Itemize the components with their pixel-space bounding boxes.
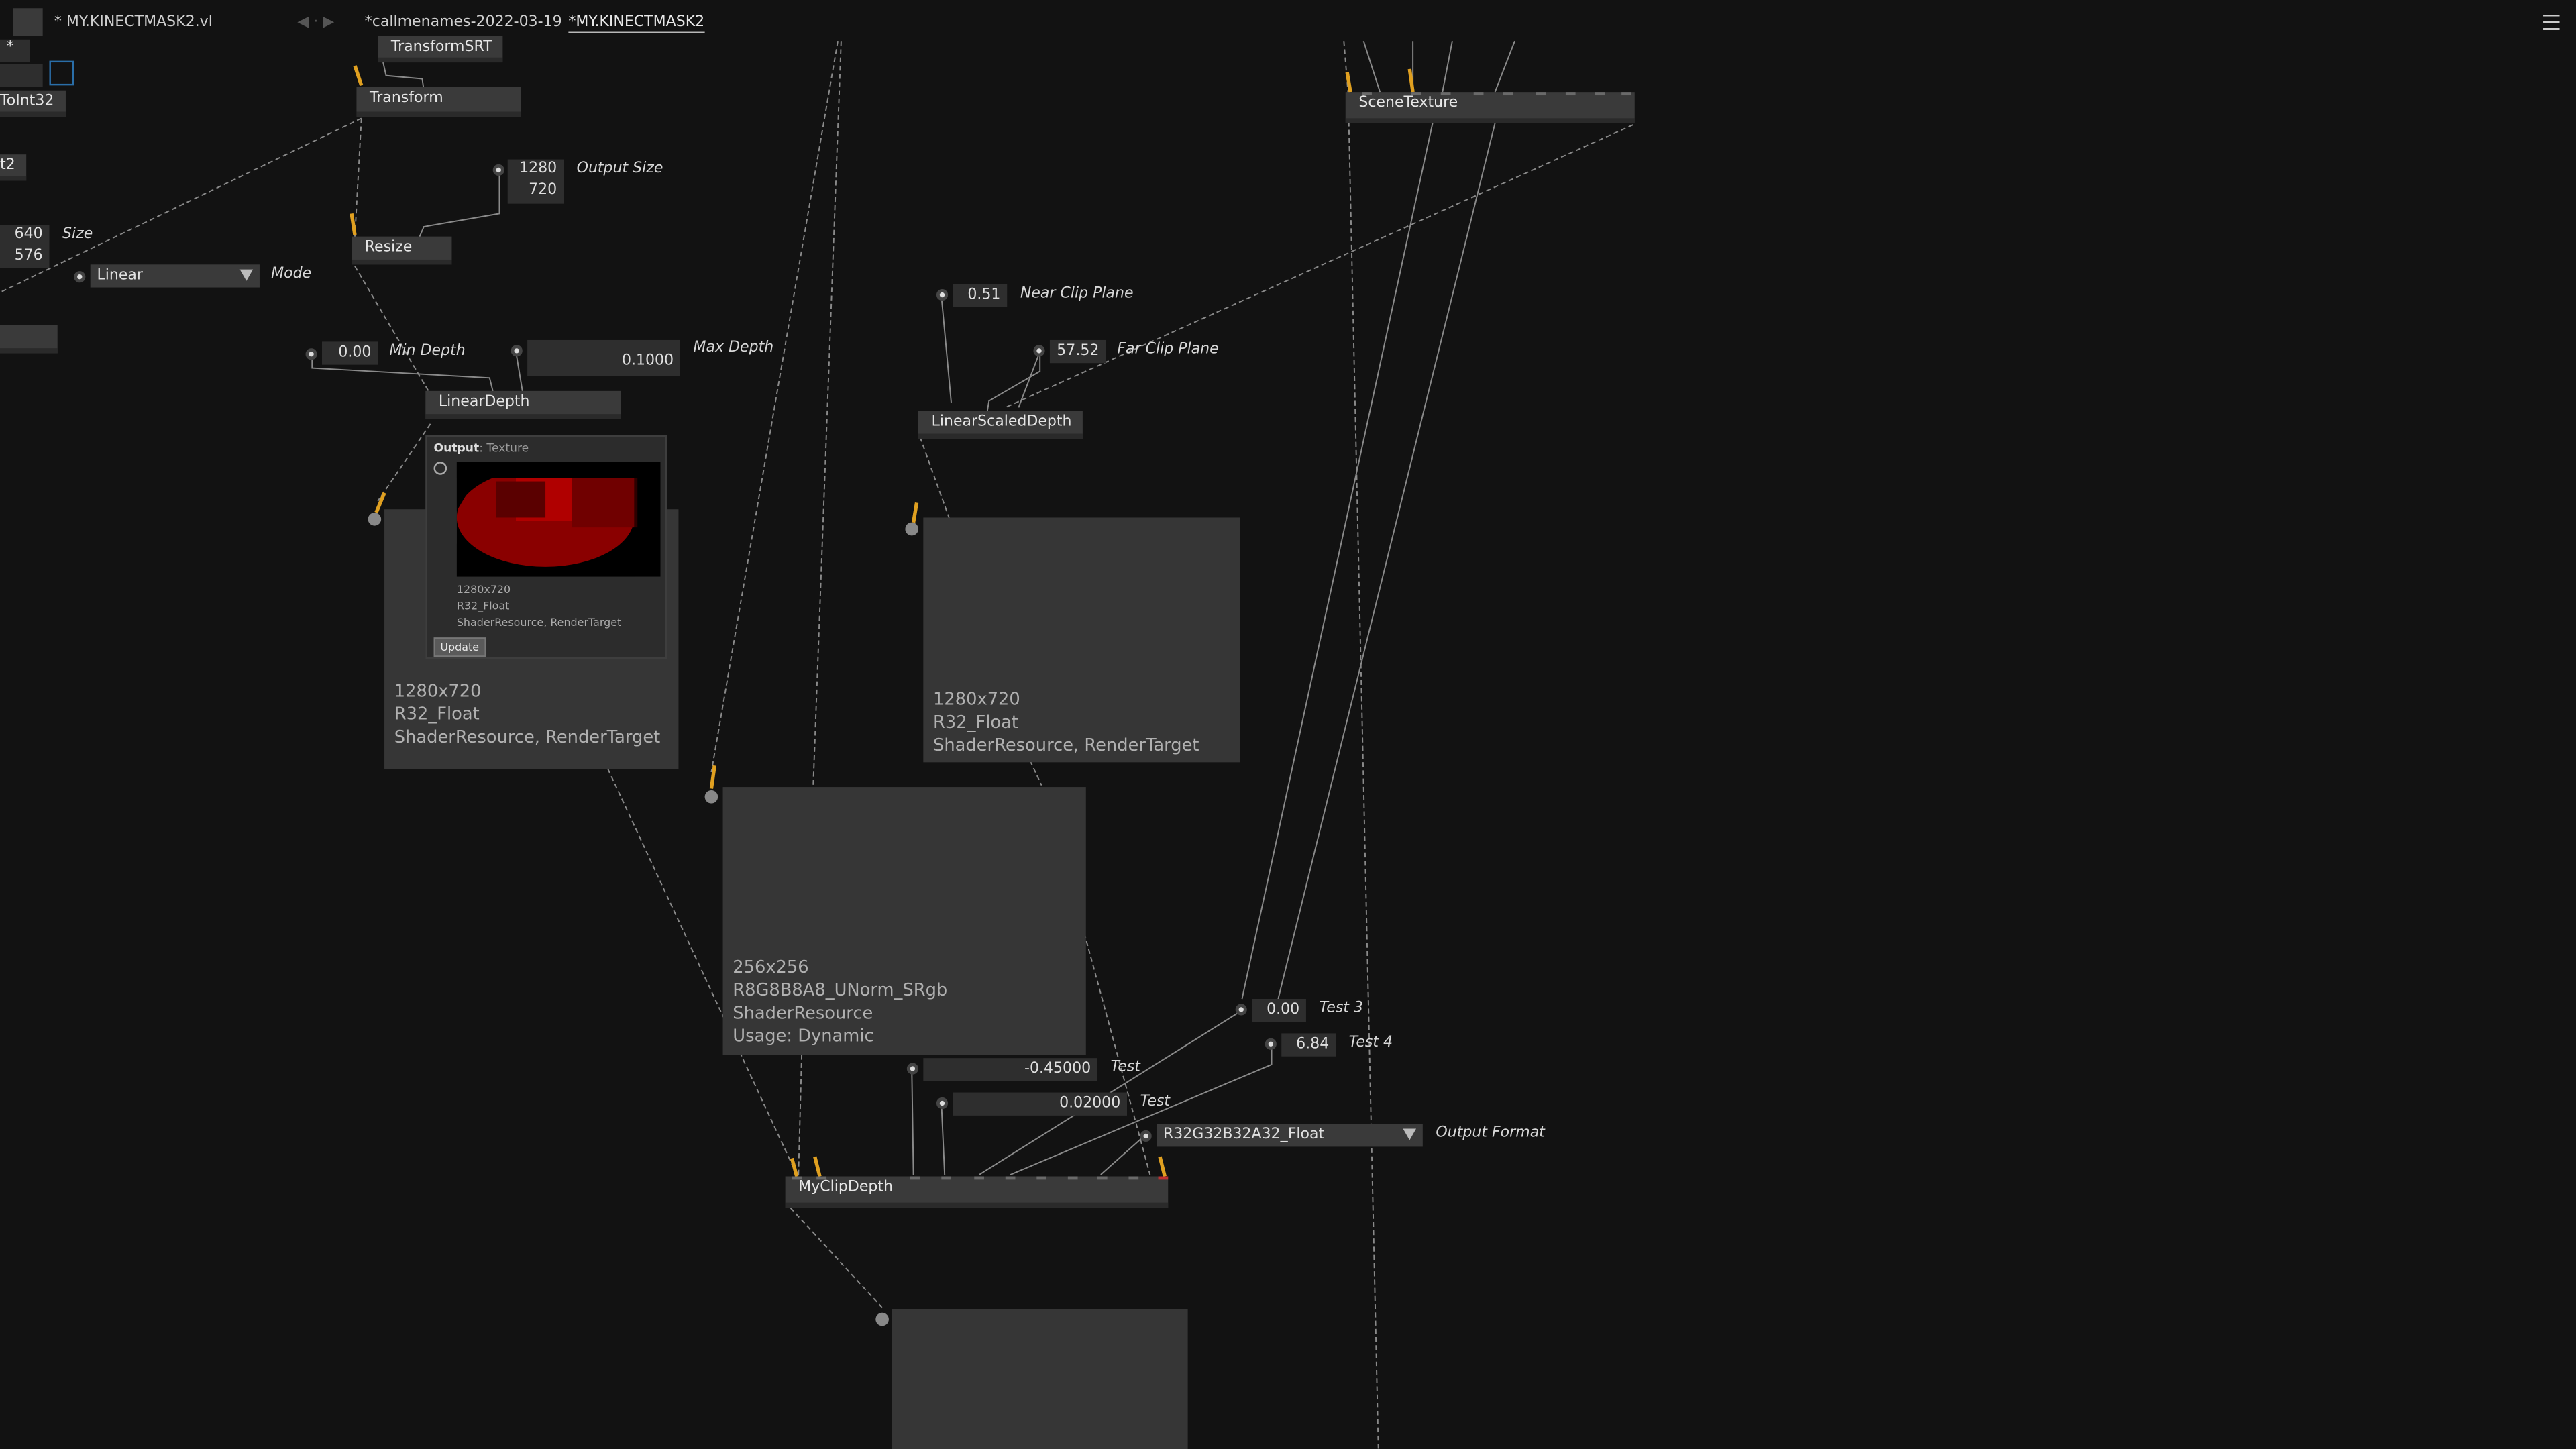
node-transformsrt[interactable]: TransformSRT — [378, 36, 503, 63]
test3-label: Test 3 — [1319, 1000, 1364, 1017]
node-scenetexture[interactable]: SceneTexture — [1345, 92, 1635, 123]
near-clip-input[interactable]: 0.51 — [953, 284, 1008, 307]
node-resize[interactable]: Resize — [352, 236, 452, 265]
output-size-label: Output Size — [576, 161, 663, 178]
node-toint32[interactable]: ToInt32 — [0, 90, 66, 117]
output-size-height: 720 — [529, 182, 557, 199]
output-pin[interactable] — [368, 513, 382, 526]
output-pin[interactable] — [704, 790, 718, 804]
texture-preview-image — [456, 462, 661, 577]
output-size-pin[interactable] — [492, 164, 504, 176]
node-lineardepth[interactable]: LinearDepth — [425, 390, 621, 419]
far-clip-pin[interactable] — [1033, 345, 1045, 357]
tab-mykinectmask2-vl[interactable]: * MY.KINECTMASK2.vl — [54, 15, 213, 31]
nav-arrows-icon[interactable]: ◀ · ▶ — [297, 15, 334, 31]
mode-dropdown[interactable]: Linear — [90, 264, 260, 288]
min-depth-label: Min Depth — [389, 343, 466, 360]
hamburger-icon[interactable] — [2543, 15, 2560, 30]
min-depth-input[interactable]: 0.00 — [322, 341, 378, 365]
texture-info: 1280x720 R32_Float ShaderResource, Rende… — [394, 682, 661, 748]
texture-info: 1280x720 R32_Float ShaderResource, Rende… — [933, 690, 1199, 756]
size-label: Size — [62, 226, 93, 244]
node-partial-left[interactable] — [0, 325, 58, 354]
test-b-label: Test — [1140, 1094, 1171, 1111]
near-clip-pin[interactable] — [936, 289, 949, 301]
test-a-pin[interactable] — [906, 1063, 918, 1075]
tooltip-info: 1280x720 R32_Float ShaderResource, Rende… — [456, 583, 622, 629]
clock-icon — [433, 462, 447, 475]
test3-input[interactable]: 0.00 — [1252, 998, 1306, 1022]
far-clip-label: Far Clip Plane — [1117, 341, 1219, 358]
size-height: 576 — [14, 248, 43, 265]
tooltip-header: Output: Texture — [433, 441, 529, 455]
test-b-input[interactable]: 0.02000 — [953, 1092, 1128, 1116]
texture-preview-panel: 1280x720 R32_Float ShaderResource, Rende… — [923, 517, 1240, 763]
chevron-down-icon — [239, 269, 254, 281]
tab-mykinectmask2[interactable]: *MY.KINECTMASK2 — [568, 15, 705, 33]
far-clip-input[interactable]: 57.52 — [1049, 339, 1106, 364]
size-width: 640 — [14, 226, 43, 244]
test4-input[interactable]: 6.84 — [1281, 1033, 1336, 1057]
output-size-width: 1280 — [519, 161, 557, 178]
output-format-pin[interactable] — [1140, 1130, 1152, 1142]
left-fragment-box[interactable] — [0, 64, 43, 87]
node-transform[interactable]: Transform — [356, 87, 521, 117]
node-linearscaleddepth[interactable]: LinearScaledDepth — [918, 411, 1083, 439]
output-pin[interactable] — [905, 522, 918, 536]
texture-preview-panel: 256x256 R8G8B8A8_UNorm_SRgb ShaderResour… — [722, 787, 1086, 1055]
texture-preview-panel — [892, 1309, 1188, 1449]
output-size-input[interactable]: 1280 720 — [507, 159, 564, 204]
chevron-down-icon — [1403, 1128, 1417, 1140]
test4-label: Test 4 — [1348, 1034, 1393, 1052]
tab-callmenames[interactable]: *callmenames-2022-03-19 — [365, 15, 562, 31]
mode-label: Mode — [271, 266, 312, 283]
max-depth-label: Max Depth — [693, 339, 774, 357]
doc-thumbnail[interactable] — [13, 8, 43, 36]
test-b-pin[interactable] — [936, 1097, 949, 1110]
max-depth-pin[interactable] — [511, 345, 523, 357]
test-a-label: Test — [1110, 1059, 1140, 1077]
min-depth-pin[interactable] — [305, 348, 317, 360]
test-a-input[interactable]: -0.45000 — [923, 1058, 1097, 1081]
node-myclipdepth[interactable]: MyClipDepth — [785, 1176, 1169, 1208]
selection-box[interactable] — [49, 60, 74, 86]
max-depth-input[interactable]: 0.1000 — [527, 339, 680, 376]
output-tooltip: Output: Texture 1280x720 R32_Float Shade… — [425, 435, 667, 659]
test4-pin[interactable] — [1265, 1038, 1277, 1050]
update-button[interactable]: Update — [433, 637, 486, 657]
mode-pin[interactable] — [74, 271, 86, 283]
output-format-label: Output Format — [1436, 1125, 1545, 1142]
output-format-dropdown[interactable]: R32G32B32A32_Float — [1157, 1124, 1423, 1147]
test3-pin[interactable] — [1235, 1004, 1247, 1016]
size-input[interactable]: 640 576 — [0, 225, 50, 268]
output-pin[interactable] — [875, 1312, 889, 1326]
patch-canvas[interactable]: * MY.KINECTMASK2.vl ◀ · ▶ *callmenames-2… — [0, 0, 2576, 1449]
node-partial-t2[interactable]: t2 — [0, 154, 27, 181]
near-clip-label: Near Clip Plane — [1020, 286, 1134, 303]
texture-info: 256x256 R8G8B8A8_UNorm_SRgb ShaderResour… — [733, 957, 948, 1047]
left-fragment-star[interactable]: * — [0, 39, 30, 63]
